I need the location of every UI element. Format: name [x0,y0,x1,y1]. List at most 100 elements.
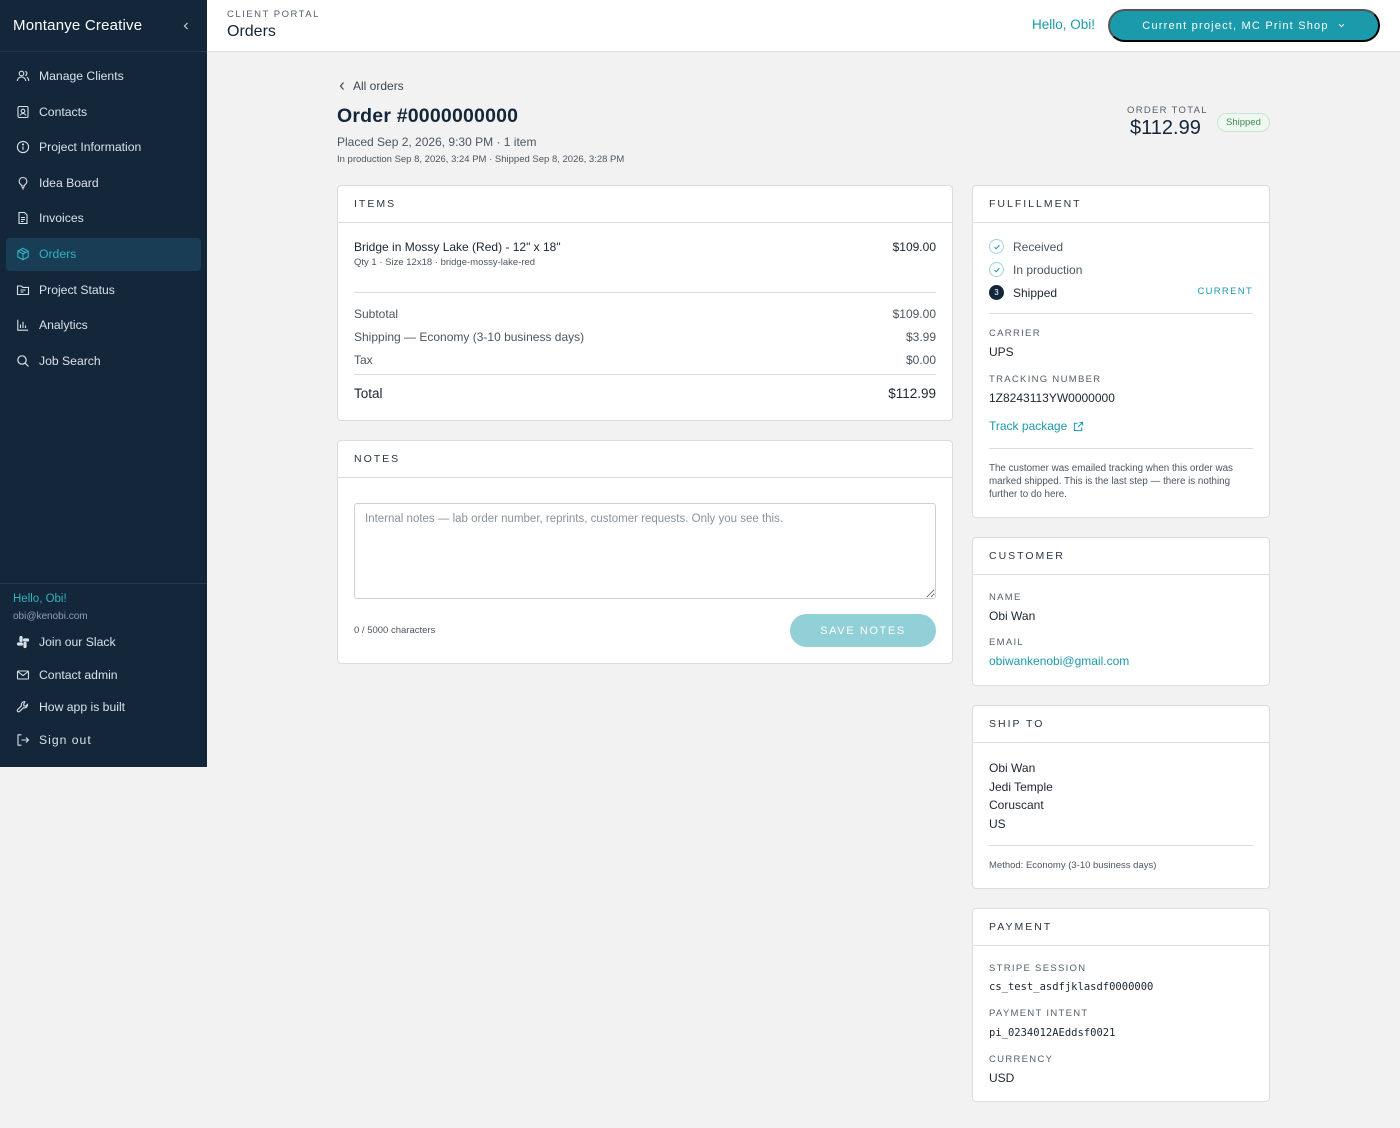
how-app-built-link[interactable]: How app is built [6,691,201,724]
tax-label: Tax [354,353,373,367]
divider [354,374,936,375]
customer-email-label: EMAIL [989,637,1025,648]
info-icon [16,140,30,154]
current-step-tag: CURRENT [1197,286,1253,297]
sidebar-item-label: Analytics [39,318,88,333]
search-icon [16,354,30,368]
step-shipped: 3 Shipped [989,285,1057,300]
join-slack-link[interactable]: Join our Slack [6,626,201,659]
divider [989,448,1253,449]
address-line: Jedi Temple [989,779,1053,794]
customer-name: Obi Wan [989,609,1036,623]
sidebar-item-label: Join our Slack [39,635,116,650]
notes-heading: NOTES [338,441,952,478]
sidebar-item-label: Sign out [39,732,92,747]
wrench-icon [16,700,30,714]
address-line: Coruscant [989,798,1044,812]
ship-to-heading: SHIP TO [973,706,1269,743]
subtotal-label: Subtotal [354,307,399,321]
currency-value: USD [989,1071,1015,1085]
sidebar-item-label: Job Search [39,353,101,368]
carrier-value: UPS [989,345,1014,359]
stripe-session-id: cs_test_asdfjklasdf0000000 [989,981,1154,993]
payment-intent-id: pi_0234012AEddsf0021 [989,1027,1116,1039]
sidebar-item-manage-clients[interactable]: Manage Clients [6,60,201,93]
sidebar-item-label: Invoices [39,211,84,226]
step-label: Received [1013,239,1064,254]
ship-to-card: SHIP TO Obi Wan Jedi Temple Coruscant US… [972,705,1270,889]
address-line: Obi Wan [989,761,1036,775]
payment-heading: PAYMENT [973,909,1269,946]
carrier-label: CARRIER [989,328,1041,339]
sidebar-nav: Manage Clients Contacts Project Informat… [0,52,207,377]
chevron-down-icon [1337,21,1346,30]
notes-textarea[interactable] [354,503,936,599]
shipping-method: Method: Economy (3-10 business days) [989,860,1157,871]
sidebar-item-project-status[interactable]: Project Status [6,273,201,306]
address-line: US [989,816,1006,831]
sidebar-item-contacts[interactable]: Contacts [6,95,201,128]
divider [989,313,1253,314]
shipping-label: Shipping — Economy (3-10 business days) [354,330,585,344]
status-badge: Shipped [1217,113,1270,132]
sidebar-header: Montanye Creative [0,0,207,52]
sidebar-item-invoices[interactable]: Invoices [6,202,201,235]
sidebar-item-analytics[interactable]: Analytics [6,309,201,342]
fulfillment-card: FULFILLMENT Received In production 3 Shi… [972,185,1270,518]
sidebar: Montanye Creative Manage Clients Contact… [0,0,207,767]
sidebar-item-project-information[interactable]: Project Information [6,131,201,164]
sign-out-button[interactable]: Sign out [6,724,201,757]
subtotal-row: Subtotal $109.00 [354,307,936,321]
customer-email-link[interactable]: obiwankenobi@gmail.com [989,654,1129,668]
step-number: 3 [989,285,1004,300]
tax-value: $0.00 [905,353,936,367]
tax-row: Tax $0.00 [354,353,936,367]
line-item-meta: Qty 1 · Size 12x18 · bridge-mossy-lake-r… [354,257,536,268]
track-package-label: Track package [989,419,1068,433]
document-icon [16,211,30,225]
sidebar-item-label: Idea Board [39,175,99,190]
package-icon [16,247,30,261]
fulfillment-note: The customer was emailed tracking when t… [989,463,1233,500]
sidebar-item-idea-board[interactable]: Idea Board [6,166,201,199]
shipping-row: Shipping — Economy (3-10 business days) … [354,330,936,344]
notes-character-count: 0 / 5000 characters [354,625,436,636]
track-package-link[interactable]: Track package [989,419,1084,433]
line-item-name: Bridge in Mossy Lake (Red) - 12" x 18" [354,240,561,254]
total-label: Total [354,386,383,401]
order-total-label: ORDER TOTAL [1127,105,1208,116]
slack-icon [16,635,30,649]
order-placed-info: Placed Sep 2, 2026, 9:30 PM · 1 item [337,135,537,149]
step-received: Received [989,239,1063,254]
payment-intent-label: PAYMENT INTENT [989,1008,1089,1019]
sidebar-item-job-search[interactable]: Job Search [6,344,201,377]
line-item: Bridge in Mossy Lake (Red) - 12" x 18" $… [354,240,936,254]
items-card: ITEMS Bridge in Mossy Lake (Red) - 12" x… [337,185,953,421]
check-icon [989,239,1004,254]
customer-name-label: NAME [989,592,1022,603]
sidebar-item-label: Manage Clients [39,69,124,84]
payment-card: PAYMENT STRIPE SESSION cs_test_asdfjklas… [972,908,1270,1102]
sidebar-item-label: How app is built [39,700,126,715]
fulfillment-heading: FULFILLMENT [973,186,1269,223]
current-project-dropdown[interactable]: Current project, MC Print Shop [1108,9,1380,42]
chevron-left-icon[interactable] [178,18,194,34]
sidebar-item-label: Project Information [39,140,142,155]
step-label: In production [1013,262,1083,277]
mail-icon [16,668,30,682]
stripe-session-label: STRIPE SESSION [989,963,1087,974]
lightbulb-icon [16,176,30,190]
back-to-all-orders-link[interactable]: All orders [338,79,404,93]
sidebar-user-email: obi@kenobi.com [13,611,88,622]
save-notes-button[interactable]: SAVE NOTES [790,614,936,647]
contact-admin-link[interactable]: Contact admin [6,659,201,692]
sidebar-item-orders[interactable]: Orders [6,237,201,271]
users-icon [16,69,30,83]
tracking-number: 1Z8243113YW0000000 [989,391,1115,405]
total-row: Total $112.99 [354,386,936,401]
total-value: $112.99 [888,386,936,401]
currency-label: CURRENCY [989,1054,1054,1065]
top-bar: CLIENT PORTAL Orders Hello, Obi! Current… [207,0,1400,52]
order-title: Order #0000000000 [337,105,519,127]
sidebar-footer: Hello, Obi! obi@kenobi.com Join our Slac… [0,583,207,756]
